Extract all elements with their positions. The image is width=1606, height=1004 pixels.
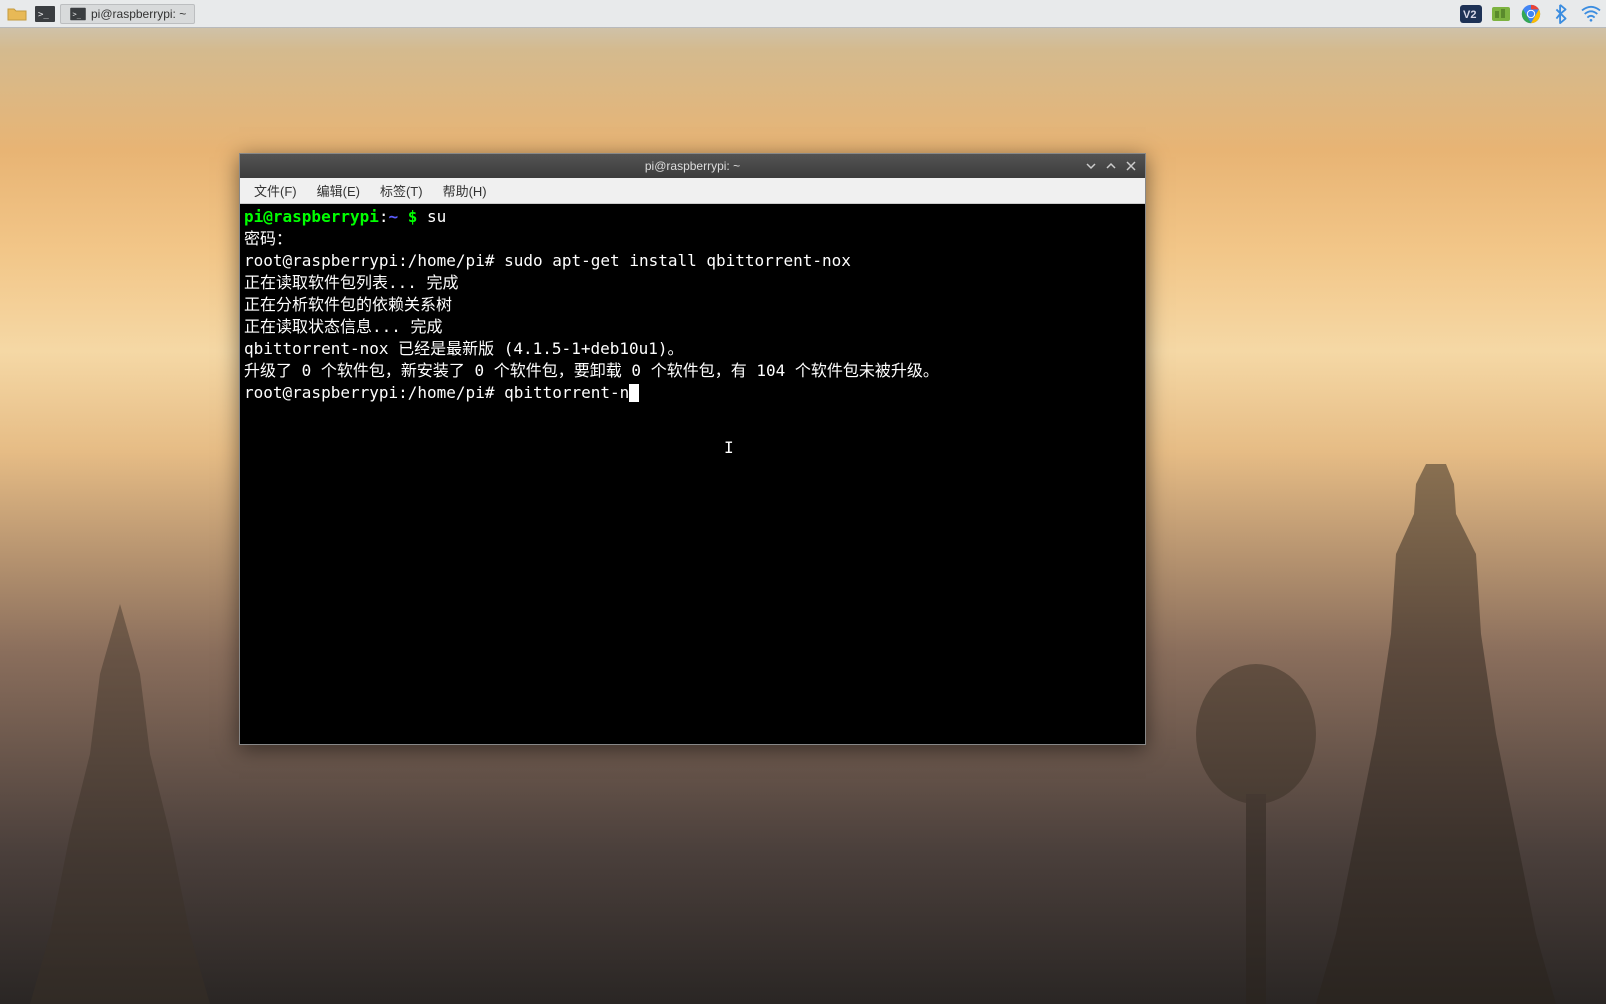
terminal-line: 密码：	[244, 228, 1141, 250]
terminal-line: 正在读取软件包列表... 完成	[244, 272, 1141, 294]
titlebar[interactable]: pi@raspberrypi: ~	[240, 154, 1145, 178]
terminal-line: root@raspberrypi:/home/pi# sudo apt-get …	[244, 250, 1141, 272]
terminal-line: 正在读取状态信息... 完成	[244, 316, 1141, 338]
terminal-line: 正在分析软件包的依赖关系树	[244, 294, 1141, 316]
vnc-icon[interactable]: V2	[1460, 3, 1482, 25]
terminal-content[interactable]: pi@raspberrypi:~ $ su 密码： root@raspberry…	[240, 204, 1145, 744]
terminal-line: qbittorrent-nox 已经是最新版 (4.1.5-1+deb10u1)…	[244, 338, 1141, 360]
background-temple-right	[1306, 454, 1566, 1004]
taskbar: >_ >_ pi@raspberrypi: ~ V2	[0, 0, 1606, 28]
menu-edit[interactable]: 编辑(E)	[309, 178, 368, 203]
taskbar-app-label: pi@raspberrypi: ~	[91, 7, 186, 21]
file-manager-icon[interactable]	[4, 3, 30, 25]
window-title: pi@raspberrypi: ~	[645, 159, 740, 173]
bluetooth-icon[interactable]	[1550, 3, 1572, 25]
taskbar-active-app[interactable]: >_ pi@raspberrypi: ~	[60, 4, 195, 24]
chrome-icon[interactable]	[1520, 3, 1542, 25]
svg-text:>_: >_	[73, 10, 82, 18]
activity-icon[interactable]	[1490, 3, 1512, 25]
wifi-icon[interactable]	[1580, 3, 1602, 25]
background-temple-left	[20, 554, 220, 1004]
text-cursor	[629, 384, 639, 402]
close-button[interactable]	[1123, 158, 1139, 174]
background-tree	[1186, 654, 1326, 1004]
terminal-window: pi@raspberrypi: ~ 文件(F) 编辑(E) 标签(T) 帮助(H…	[239, 153, 1146, 745]
menu-tabs[interactable]: 标签(T)	[372, 178, 431, 203]
system-tray: V2	[1460, 3, 1602, 25]
terminal-line: pi@raspberrypi:~ $ su	[244, 206, 1141, 228]
mouse-text-cursor: I	[724, 437, 734, 459]
titlebar-controls	[1083, 158, 1139, 174]
svg-text:V2: V2	[1463, 9, 1476, 21]
maximize-button[interactable]	[1103, 158, 1119, 174]
svg-text:>_: >_	[38, 10, 49, 20]
menu-help[interactable]: 帮助(H)	[435, 178, 495, 203]
menubar: 文件(F) 编辑(E) 标签(T) 帮助(H)	[240, 178, 1145, 204]
terminal-line: 升级了 0 个软件包，新安装了 0 个软件包，要卸载 0 个软件包，有 104 …	[244, 360, 1141, 382]
terminal-launcher-icon[interactable]: >_	[32, 3, 58, 25]
taskbar-left: >_ >_ pi@raspberrypi: ~	[4, 3, 195, 25]
menu-file[interactable]: 文件(F)	[246, 178, 305, 203]
terminal-line: root@raspberrypi:/home/pi# qbittorrent-n	[244, 382, 1141, 404]
minimize-button[interactable]	[1083, 158, 1099, 174]
